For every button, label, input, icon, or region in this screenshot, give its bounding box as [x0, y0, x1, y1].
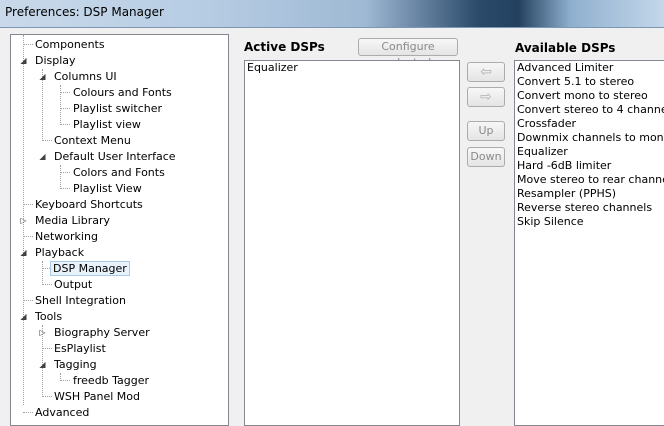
tree-connector — [60, 165, 61, 189]
tree-item-advanced[interactable]: Advanced — [33, 405, 91, 420]
tree-item-playlist-view[interactable]: Playlist view — [71, 117, 143, 132]
available-dsp-item[interactable]: Advanced Limiter — [515, 61, 664, 75]
available-dsp-item[interactable]: Skip Silence — [515, 215, 664, 229]
tree-connector — [42, 396, 52, 397]
available-dsp-item[interactable]: Reverse stereo channels — [515, 201, 664, 215]
arrow-left-icon: ⇦ — [480, 64, 492, 80]
available-dsp-item[interactable]: Convert 5.1 to stereo — [515, 75, 664, 89]
tree-connector — [60, 92, 70, 93]
tree-item-tools[interactable]: Tools — [33, 309, 64, 324]
tree-item-playlist-view-dui[interactable]: Playlist View — [71, 181, 144, 196]
available-dsp-item[interactable]: Crossfader — [515, 117, 664, 131]
available-dsp-item[interactable]: Resampler (PPHS) — [515, 187, 664, 201]
collapsed-arrow-icon[interactable]: ▷ — [38, 328, 47, 337]
tree-item-networking[interactable]: Networking — [33, 229, 100, 244]
active-dsp-item[interactable]: Equalizer — [245, 61, 459, 75]
tree-connector — [23, 300, 33, 301]
tree-connector — [60, 188, 70, 189]
tree-item-output[interactable]: Output — [52, 277, 94, 292]
tree-connector — [23, 204, 33, 205]
move-right-button[interactable]: ⇨ — [467, 87, 505, 107]
available-dsp-item[interactable]: Hard -6dB limiter — [515, 159, 664, 173]
tree-connector — [60, 380, 70, 381]
available-dsps-list[interactable]: Advanced Limiter Convert 5.1 to stereo C… — [514, 60, 664, 426]
expanded-arrow-icon[interactable]: ◢ — [19, 56, 28, 65]
tree-item-colors-and-fonts[interactable]: Colors and Fonts — [71, 165, 167, 180]
expanded-arrow-icon[interactable]: ◢ — [38, 360, 47, 369]
expanded-arrow-icon[interactable]: ◢ — [38, 152, 47, 161]
tree-item-default-user-interface[interactable]: Default User Interface — [52, 149, 178, 164]
tree-item-tagging[interactable]: Tagging — [52, 357, 99, 372]
tree-item-context-menu[interactable]: Context Menu — [52, 133, 133, 148]
tree-item-playback[interactable]: Playback — [33, 245, 86, 260]
tree-item-dsp-manager[interactable]: DSP Manager — [50, 261, 130, 276]
available-dsp-item[interactable]: Convert mono to stereo — [515, 89, 664, 103]
move-left-button[interactable]: ⇦ — [467, 62, 505, 82]
available-dsps-heading: Available DSPs — [515, 41, 616, 55]
tree-connector — [42, 261, 43, 285]
available-dsp-item[interactable]: Move stereo to rear channels — [515, 173, 664, 187]
active-dsps-list[interactable]: Equalizer — [244, 60, 460, 426]
tree-item-shell-integration[interactable]: Shell Integration — [33, 293, 128, 308]
active-dsps-heading: Active DSPs — [244, 40, 325, 54]
expanded-arrow-icon[interactable]: ◢ — [19, 248, 28, 257]
preferences-tree[interactable]: ◢ ◢ ◢ ▷ ◢ ◢ ▷ ◢ Components Display Colum… — [10, 34, 229, 426]
window-title: Preferences: DSP Manager — [5, 5, 164, 19]
tree-item-colours-and-fonts[interactable]: Colours and Fonts — [71, 85, 174, 100]
tree-connector — [42, 348, 52, 349]
tree-connector — [60, 124, 70, 125]
tree-item-esplaylist[interactable]: EsPlaylist — [52, 341, 108, 356]
up-button[interactable]: Up — [467, 121, 505, 141]
tree-connector — [42, 284, 52, 285]
tree-connector — [60, 172, 70, 173]
down-button[interactable]: Down — [467, 147, 505, 167]
tree-item-components[interactable]: Components — [33, 37, 107, 52]
tree-item-playlist-switcher[interactable]: Playlist switcher — [71, 101, 164, 116]
tree-connector — [23, 412, 33, 413]
tree-item-wsh-panel-mod[interactable]: WSH Panel Mod — [52, 389, 142, 404]
tree-connector — [23, 44, 33, 45]
window-titlebar[interactable]: Preferences: DSP Manager — [0, 0, 664, 28]
tree-connector — [42, 140, 52, 141]
available-dsp-item[interactable]: Convert stereo to 4 channels — [515, 103, 664, 117]
tree-connector — [23, 236, 33, 237]
configure-selected-button[interactable]: Configure selected — [358, 38, 458, 69]
tree-connector — [60, 108, 70, 109]
tree-item-columns-ui[interactable]: Columns UI — [52, 69, 119, 84]
available-dsp-item[interactable]: Equalizer — [515, 145, 664, 159]
tree-item-media-library[interactable]: Media Library — [33, 213, 112, 228]
tree-item-biography-server[interactable]: Biography Server — [52, 325, 152, 340]
tree-item-freedb-tagger[interactable]: freedb Tagger — [71, 373, 151, 388]
arrow-right-icon: ⇨ — [480, 89, 492, 105]
available-dsp-item[interactable]: Downmix channels to mono — [515, 131, 664, 145]
tree-item-keyboard-shortcuts[interactable]: Keyboard Shortcuts — [33, 197, 145, 212]
expanded-arrow-icon[interactable]: ◢ — [38, 72, 47, 81]
collapsed-arrow-icon[interactable]: ▷ — [19, 216, 28, 225]
tree-item-display[interactable]: Display — [33, 53, 78, 68]
expanded-arrow-icon[interactable]: ◢ — [19, 312, 28, 321]
tree-connector — [60, 85, 61, 125]
